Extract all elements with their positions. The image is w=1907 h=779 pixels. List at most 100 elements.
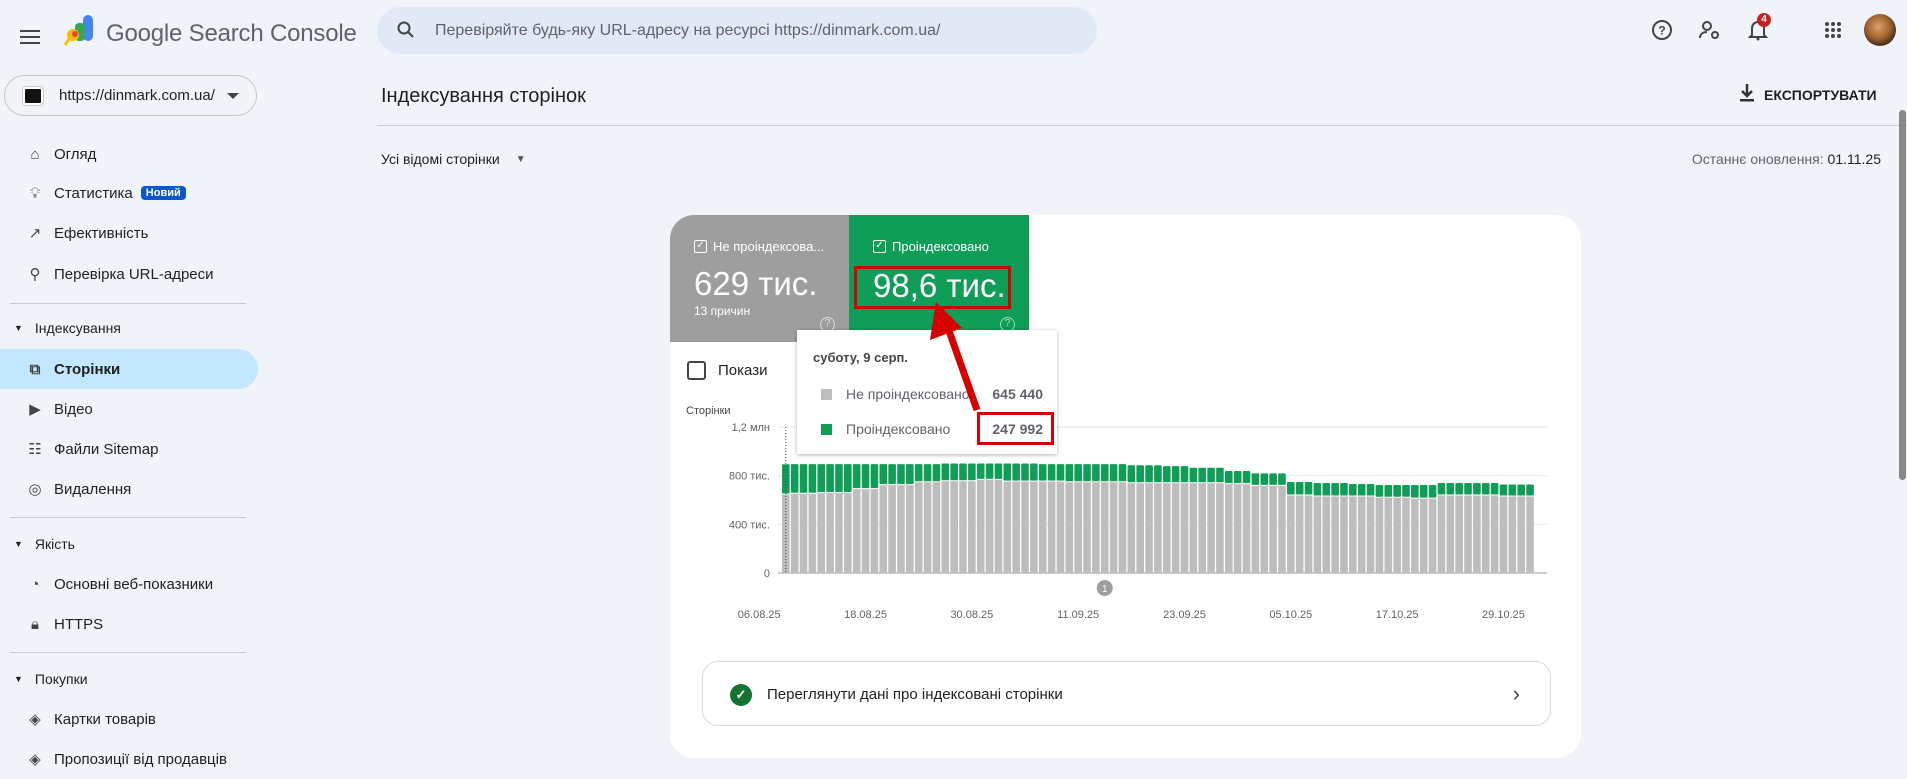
bar-not-indexed [985,479,994,573]
bar-not-indexed [1083,482,1091,573]
bar-not-indexed [932,482,941,573]
bar-indexed [1464,482,1472,495]
bar-not-indexed [835,493,843,573]
bar-not-indexed [1428,498,1437,573]
y-tick-label: 0 [764,568,770,580]
bar-indexed [879,464,888,485]
bar-indexed [1065,464,1074,482]
bar-indexed [1189,467,1198,483]
bar-not-indexed [959,481,967,573]
bar-not-indexed [1313,496,1322,573]
bar-not-indexed [1242,484,1251,573]
bar-indexed [1171,466,1180,483]
bar-indexed [799,464,808,493]
bar-not-indexed [1012,481,1020,573]
bar-indexed [1092,464,1100,482]
bar-not-indexed [1056,481,1065,573]
bar-indexed [1225,471,1233,484]
bar-indexed [888,464,896,485]
bar-not-indexed [861,489,870,573]
bar-not-indexed [1171,483,1180,573]
bar-indexed [1384,485,1393,497]
bar-indexed [985,463,994,479]
bar-indexed [1375,485,1384,497]
bar-not-indexed [1092,482,1100,573]
bar-not-indexed [1526,496,1534,573]
bar-indexed [1269,473,1277,485]
bar-not-indexed [1419,498,1428,573]
bar-not-indexed [1287,495,1295,573]
bar-indexed [1295,481,1304,495]
bar-not-indexed [1304,495,1313,573]
bar-indexed [976,463,985,479]
bar-indexed [852,464,861,489]
bar-indexed [914,464,923,482]
bar-not-indexed [1411,498,1419,573]
bar-indexed [968,463,976,481]
bar-not-indexed [923,482,932,573]
bar-indexed [808,464,817,493]
legend-swatch [821,423,832,435]
bar-not-indexed [1446,495,1455,573]
bar-not-indexed [870,489,879,573]
bar-indexed [1260,473,1269,485]
bar-indexed [1517,484,1525,496]
bar-not-indexed [1225,484,1233,573]
bar-indexed [959,463,967,481]
bar-not-indexed [1473,495,1481,573]
bar-not-indexed [852,489,861,573]
bar-not-indexed [817,493,826,573]
x-tick-label: 30.08.25 [950,609,993,621]
bar-indexed [1473,482,1481,495]
bar-not-indexed [1517,496,1525,573]
bar-indexed [1136,465,1144,483]
bar-not-indexed [1455,495,1463,573]
bar-not-indexed [1357,496,1366,573]
bar-indexed [1154,465,1162,483]
bar-indexed [1127,465,1136,483]
bar-indexed [1419,485,1428,498]
bar-indexed [1526,484,1534,496]
bar-not-indexed [1118,482,1127,573]
bar-indexed [1278,473,1286,485]
bar-indexed [1038,464,1047,481]
bar-not-indexed [1295,495,1304,573]
bar-indexed [1490,482,1499,495]
bar-indexed [1446,482,1455,495]
tooltip-row-not-indexed: Не проіндексовано [821,386,970,402]
bar-not-indexed [1464,495,1472,573]
bar-not-indexed [941,481,950,573]
bar-not-indexed [1251,485,1260,573]
bar-not-indexed [1038,481,1047,573]
bar-indexed [1012,463,1020,481]
bar-not-indexed [1375,497,1384,573]
bar-indexed [835,464,843,493]
highlight-box [977,412,1054,445]
tooltip-label: Не проіндексовано [846,386,970,402]
x-tick-label: 11.09.25 [1057,609,1099,621]
bar-indexed [1481,482,1490,495]
bar-indexed [790,464,799,493]
x-tick-label: 05.10.25 [1269,609,1312,621]
bar-indexed [870,464,879,489]
bar-not-indexed [1145,483,1153,573]
bar-indexed [923,464,932,482]
bar-indexed [1304,481,1313,495]
bar-indexed [1340,482,1348,496]
bar-indexed [1331,482,1339,496]
bar-not-indexed [1384,497,1393,573]
y-tick-label: 800 тис. [729,471,770,483]
bar-indexed [1402,485,1410,497]
tooltip-date: суботу, 9 серп. [813,350,908,365]
bar-not-indexed [1136,483,1144,573]
bar-indexed [1428,485,1437,498]
bar-indexed [1366,483,1375,496]
bar-not-indexed [1340,496,1348,573]
bar-not-indexed [799,493,808,573]
bar-not-indexed [1100,482,1109,573]
bar-not-indexed [1269,485,1277,573]
bar-indexed [1322,482,1331,496]
bar-not-indexed [1003,481,1012,573]
bar-not-indexed [1260,485,1269,573]
bar-indexed [1393,485,1401,497]
